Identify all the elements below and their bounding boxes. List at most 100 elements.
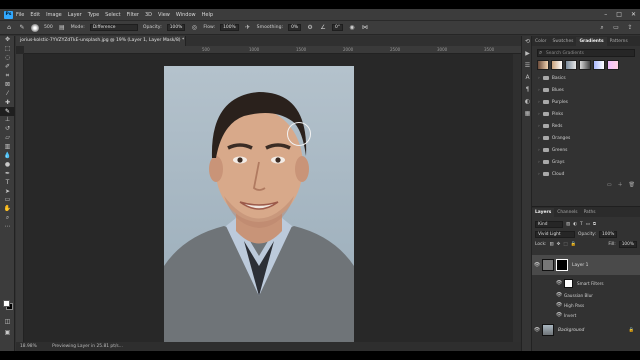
- layer-row-gaussian-blur[interactable]: 👁 Gaussian Blur: [532, 290, 640, 300]
- gradient-folder[interactable]: › Pinks: [532, 108, 640, 120]
- gradient-folder[interactable]: › Blues: [532, 84, 640, 96]
- layer-row-background[interactable]: 👁 Background 🔒: [532, 323, 640, 337]
- lock-all-icon[interactable]: 🔒: [571, 242, 576, 247]
- portrait-photo[interactable]: [164, 66, 354, 351]
- pressure-opacity-icon[interactable]: ◎: [190, 24, 198, 32]
- mode-dropdown[interactable]: Difference: [89, 24, 138, 31]
- menu-help[interactable]: Help: [202, 12, 213, 18]
- pixel-filter-icon[interactable]: ▨: [566, 222, 570, 227]
- gradient-folder[interactable]: › Reds: [532, 120, 640, 132]
- zoom-tool-icon[interactable]: ⌕: [0, 214, 15, 223]
- layer-opacity-field[interactable]: 100%: [599, 230, 618, 238]
- menu-filter[interactable]: Filter: [127, 12, 139, 18]
- clone-stamp-tool-icon[interactable]: ⊥: [0, 116, 15, 125]
- gradient-swatch[interactable]: [607, 60, 619, 70]
- tab-layers[interactable]: Layers: [532, 208, 555, 217]
- eye-icon[interactable]: 👁: [554, 292, 564, 298]
- lock-pixels-icon[interactable]: ▨: [550, 242, 554, 247]
- healing-brush-tool-icon[interactable]: ✚: [0, 98, 15, 107]
- gradient-folder[interactable]: › Grays: [532, 156, 640, 168]
- menu-type[interactable]: Type: [88, 12, 99, 18]
- gradient-swatch[interactable]: [593, 60, 605, 70]
- menu-view[interactable]: View: [158, 12, 170, 18]
- marquee-tool-icon[interactable]: ⬚: [0, 45, 15, 54]
- layer-mask-thumbnail[interactable]: [556, 259, 568, 271]
- lock-position-icon[interactable]: ✥: [557, 242, 561, 247]
- gradient-swatch[interactable]: [551, 60, 563, 70]
- shape-filter-icon[interactable]: ▭: [586, 222, 590, 227]
- move-tool-icon[interactable]: ✥: [0, 36, 15, 45]
- brush-preset-icon[interactable]: [31, 23, 39, 32]
- gradient-folder[interactable]: › Oranges: [532, 132, 640, 144]
- menu-file[interactable]: File: [16, 12, 24, 18]
- lasso-tool-icon[interactable]: ◌: [0, 54, 15, 63]
- share-icon[interactable]: ⇪: [626, 24, 634, 32]
- symmetry-icon[interactable]: ⋈: [361, 24, 369, 32]
- gradient-swatch[interactable]: [579, 60, 591, 70]
- maximize-icon[interactable]: □: [616, 11, 622, 18]
- vertical-scrollbar[interactable]: [513, 54, 521, 342]
- rectangle-tool-icon[interactable]: ▭: [0, 196, 15, 205]
- tab-paths[interactable]: Paths: [581, 208, 599, 217]
- eye-icon[interactable]: 👁: [532, 327, 542, 333]
- menu-layer[interactable]: Layer: [68, 12, 82, 18]
- eye-icon[interactable]: 👁: [554, 312, 564, 318]
- brush-tool-icon[interactable]: ✎: [18, 24, 26, 32]
- gradients-search-input[interactable]: Search Gradients: [537, 49, 635, 57]
- history-brush-tool-icon[interactable]: ↺: [0, 125, 15, 134]
- gradient-folder[interactable]: › Cloud: [532, 168, 640, 180]
- tab-color[interactable]: Color: [532, 37, 549, 46]
- tab-patterns[interactable]: Patterns: [607, 37, 631, 46]
- eyedropper-tool-icon[interactable]: ⁄: [0, 89, 15, 98]
- smoothing-field[interactable]: 0%: [288, 24, 302, 31]
- lock-artboard-icon[interactable]: ⬚: [563, 242, 567, 247]
- smoothing-settings-icon[interactable]: ⚙: [306, 24, 314, 32]
- layer-row-layer-1[interactable]: 👁 Layer 1: [532, 255, 640, 275]
- eraser-tool-icon[interactable]: ▱: [0, 134, 15, 143]
- delete-icon[interactable]: 🗑: [629, 182, 635, 188]
- airbrush-icon[interactable]: ✈: [244, 24, 252, 32]
- angle-field[interactable]: 0°: [332, 24, 344, 31]
- fill-field[interactable]: 100%: [618, 240, 637, 248]
- menu-3d[interactable]: 3D: [145, 12, 152, 18]
- blur-tool-icon[interactable]: 💧: [0, 152, 15, 161]
- menu-select[interactable]: Select: [105, 12, 120, 18]
- gradient-folder[interactable]: › Greens: [532, 144, 640, 156]
- menu-image[interactable]: Image: [46, 12, 62, 18]
- layer-row-high-pass[interactable]: 👁 High Pass: [532, 300, 640, 310]
- more-tools-icon[interactable]: ⋯: [0, 223, 15, 232]
- crop-tool-icon[interactable]: ⌗: [0, 72, 15, 81]
- new-group-icon[interactable]: ▭: [607, 182, 612, 188]
- layer-row-invert[interactable]: 👁 Invert: [532, 310, 640, 320]
- gradient-folder[interactable]: › Purples: [532, 96, 640, 108]
- type-filter-icon[interactable]: T: [580, 222, 583, 227]
- brush-settings-icon[interactable]: ▤: [58, 24, 66, 32]
- opacity-field[interactable]: 100%: [166, 24, 186, 31]
- menu-window[interactable]: Window: [176, 12, 196, 18]
- tab-channels[interactable]: Channels: [554, 208, 580, 217]
- eye-icon[interactable]: 👁: [554, 302, 564, 308]
- blend-mode-dropdown[interactable]: Vivid Light: [535, 230, 575, 238]
- quick-mask-icon[interactable]: ◫: [0, 318, 15, 327]
- brush-tool-icon-active[interactable]: ✎: [0, 107, 15, 117]
- home-icon[interactable]: ⌂: [5, 24, 13, 32]
- path-select-tool-icon[interactable]: ➤: [0, 187, 15, 196]
- minimize-icon[interactable]: –: [604, 11, 607, 18]
- flow-field[interactable]: 100%: [220, 24, 239, 31]
- screen-mode-icon[interactable]: ▣: [0, 329, 15, 338]
- tab-swatches[interactable]: Swatches: [549, 37, 576, 46]
- new-gradient-icon[interactable]: ＋: [618, 181, 623, 188]
- dodge-tool-icon[interactable]: ●: [0, 160, 15, 169]
- gradient-tool-icon[interactable]: ▥: [0, 143, 15, 152]
- gradient-swatch[interactable]: [565, 60, 577, 70]
- menu-edit[interactable]: Edit: [30, 12, 40, 18]
- foreground-color-swatch[interactable]: [3, 300, 10, 307]
- search-icon[interactable]: ⌕: [598, 24, 606, 32]
- zoom-level[interactable]: 18.98%: [20, 344, 37, 349]
- pen-tool-icon[interactable]: ✒: [0, 169, 15, 178]
- gradient-folder[interactable]: › Basics: [532, 72, 640, 84]
- adjustment-filter-icon[interactable]: ◐: [573, 222, 577, 227]
- filter-mask-thumbnail[interactable]: [564, 278, 573, 288]
- document-tab[interactable]: jorius-kolstic-7YVZYZdTkE-unsplash.jpg @…: [16, 36, 186, 46]
- quick-select-tool-icon[interactable]: ✐: [0, 63, 15, 72]
